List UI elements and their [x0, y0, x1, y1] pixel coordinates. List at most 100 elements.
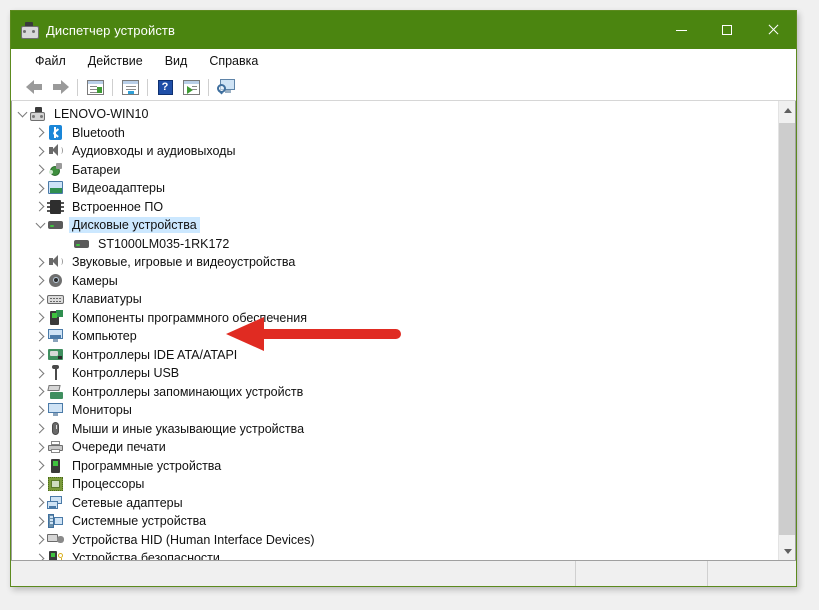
chevron-up-icon [784, 106, 792, 113]
tree-row[interactable]: Компьютер [12, 327, 778, 346]
chevron-right-icon[interactable] [34, 142, 47, 160]
chevron-right-icon[interactable] [34, 383, 47, 401]
tree-row[interactable]: Bluetooth [12, 124, 778, 143]
tree-row[interactable]: Системные устройства [12, 512, 778, 531]
chevron-right-icon[interactable] [34, 327, 47, 345]
chevron-right-icon[interactable] [34, 531, 47, 549]
scroll-down-button[interactable] [779, 543, 795, 560]
computer-root-icon [29, 106, 46, 122]
ide-controller-icon [47, 347, 64, 363]
tree-row[interactable]: Очереди печати [12, 438, 778, 457]
close-button[interactable] [750, 11, 796, 49]
chevron-right-icon[interactable] [34, 364, 47, 382]
disk-drive-icon [73, 236, 90, 252]
device-manager-icon [20, 21, 39, 39]
tree-row[interactable]: Звуковые, игровые и видеоустройства [12, 253, 778, 272]
chevron-down-icon[interactable] [34, 216, 47, 234]
chevron-right-icon[interactable] [34, 438, 47, 456]
tree-row-label: Клавиатуры [72, 292, 142, 307]
chevron-right-icon[interactable] [34, 198, 47, 216]
tree-row[interactable]: Дисковые устройства [12, 216, 778, 235]
tree-row-label: Компоненты программного обеспечения [72, 310, 307, 325]
chevron-right-icon[interactable] [34, 420, 47, 438]
chevron-right-icon[interactable] [34, 475, 47, 493]
toolbar-separator [77, 78, 78, 96]
tree-row[interactable]: Батареи [12, 161, 778, 180]
tree-row[interactable]: Мониторы [12, 401, 778, 420]
scan-hardware-changes-button[interactable] [213, 76, 239, 98]
chevron-right-icon[interactable] [34, 346, 47, 364]
chevron-right-icon[interactable] [34, 290, 47, 308]
minimize-button[interactable] [658, 11, 704, 49]
tree-row-label: Устройства безопасности [72, 551, 220, 560]
tree-row[interactable]: Аудиовходы и аудиовыходы [12, 142, 778, 161]
help-button[interactable]: ? [152, 76, 178, 98]
scroll-up-button[interactable] [779, 101, 795, 118]
chevron-right-icon[interactable] [34, 161, 47, 179]
tree-row-label: Системные устройства [72, 514, 207, 529]
menu-action[interactable]: Действие [78, 51, 153, 71]
toolbar-separator [112, 78, 113, 96]
tree-row[interactable]: ST1000LM035-1RK172 [12, 235, 778, 254]
tree-row[interactable]: Сетевые адаптеры [12, 494, 778, 513]
bluetooth-icon [47, 124, 64, 141]
software-device-icon [47, 458, 64, 474]
toolbar: ? [11, 74, 796, 101]
firmware-icon [47, 199, 64, 215]
tree-row[interactable]: Клавиатуры [12, 290, 778, 309]
title-bar[interactable]: Диспетчер устройств [11, 11, 796, 49]
tree-row[interactable]: Контроллеры запоминающих устройств [12, 383, 778, 402]
menu-file[interactable]: Файл [25, 51, 76, 71]
tree-row[interactable]: Мыши и иные указывающие устройства [12, 420, 778, 439]
tree-row[interactable]: Компоненты программного обеспечения [12, 309, 778, 328]
back-button[interactable] [21, 76, 47, 98]
processor-icon [47, 476, 64, 492]
chevron-right-icon[interactable] [34, 253, 47, 271]
show-hide-console-tree-button[interactable] [82, 76, 108, 98]
usb-controller-icon [47, 365, 64, 381]
tree-row[interactable]: Устройства безопасности [12, 549, 778, 560]
chevron-right-icon[interactable] [34, 179, 47, 197]
computer-icon [47, 328, 64, 344]
tree-row[interactable]: Программные устройства [12, 457, 778, 476]
menu-bar: Файл Действие Вид Справка [11, 49, 796, 74]
tree-row[interactable]: Контроллеры USB [12, 364, 778, 383]
tree-row-label: Компьютер [72, 329, 137, 344]
forward-button[interactable] [47, 76, 73, 98]
chevron-down-icon[interactable] [16, 105, 29, 123]
network-adapter-icon [47, 495, 64, 511]
chevron-right-icon[interactable] [34, 549, 47, 560]
device-tree[interactable]: LENOVO-WIN10 Bluetooth Аудиовходы и аудиов… [12, 101, 778, 560]
tree-row-label: Дисковые устройства [69, 217, 200, 234]
tree-row[interactable]: Устройства HID (Human Interface Devices) [12, 531, 778, 550]
chevron-right-icon[interactable] [34, 512, 47, 530]
menu-view[interactable]: Вид [155, 51, 198, 71]
scrollbar-thumb[interactable] [779, 123, 795, 535]
maximize-icon [722, 25, 732, 35]
menu-help[interactable]: Справка [199, 51, 268, 71]
tree-row[interactable]: Процессоры [12, 475, 778, 494]
tree-row[interactable]: Контроллеры IDE ATA/ATAPI [12, 346, 778, 365]
vertical-scrollbar[interactable] [778, 101, 795, 560]
chevron-right-icon[interactable] [34, 272, 47, 290]
keyboard-icon [47, 291, 64, 307]
update-driver-button[interactable] [178, 76, 204, 98]
tree-row[interactable]: Камеры [12, 272, 778, 291]
chevron-right-icon[interactable] [34, 457, 47, 475]
scan-hardware-changes-icon [216, 79, 236, 95]
chevron-right-icon[interactable] [34, 401, 47, 419]
show-hide-console-tree-icon [86, 79, 104, 95]
device-manager-window: Диспетчер устройств Файл Действие Вид Сп… [10, 10, 797, 587]
tree-row[interactable]: Видеоадаптеры [12, 179, 778, 198]
tree-row[interactable]: Встроенное ПО [12, 198, 778, 217]
tree-row-label: Очереди печати [72, 440, 166, 455]
properties-icon [121, 79, 139, 95]
maximize-button[interactable] [704, 11, 750, 49]
properties-button[interactable] [117, 76, 143, 98]
chevron-right-icon[interactable] [34, 309, 47, 327]
chevron-right-icon[interactable] [34, 494, 47, 512]
chevron-right-icon[interactable] [34, 124, 47, 142]
tree-row[interactable]: LENOVO-WIN10 [12, 105, 778, 124]
tree-row-label: Звуковые, игровые и видеоустройства [72, 255, 296, 270]
print-queue-icon [47, 439, 64, 455]
